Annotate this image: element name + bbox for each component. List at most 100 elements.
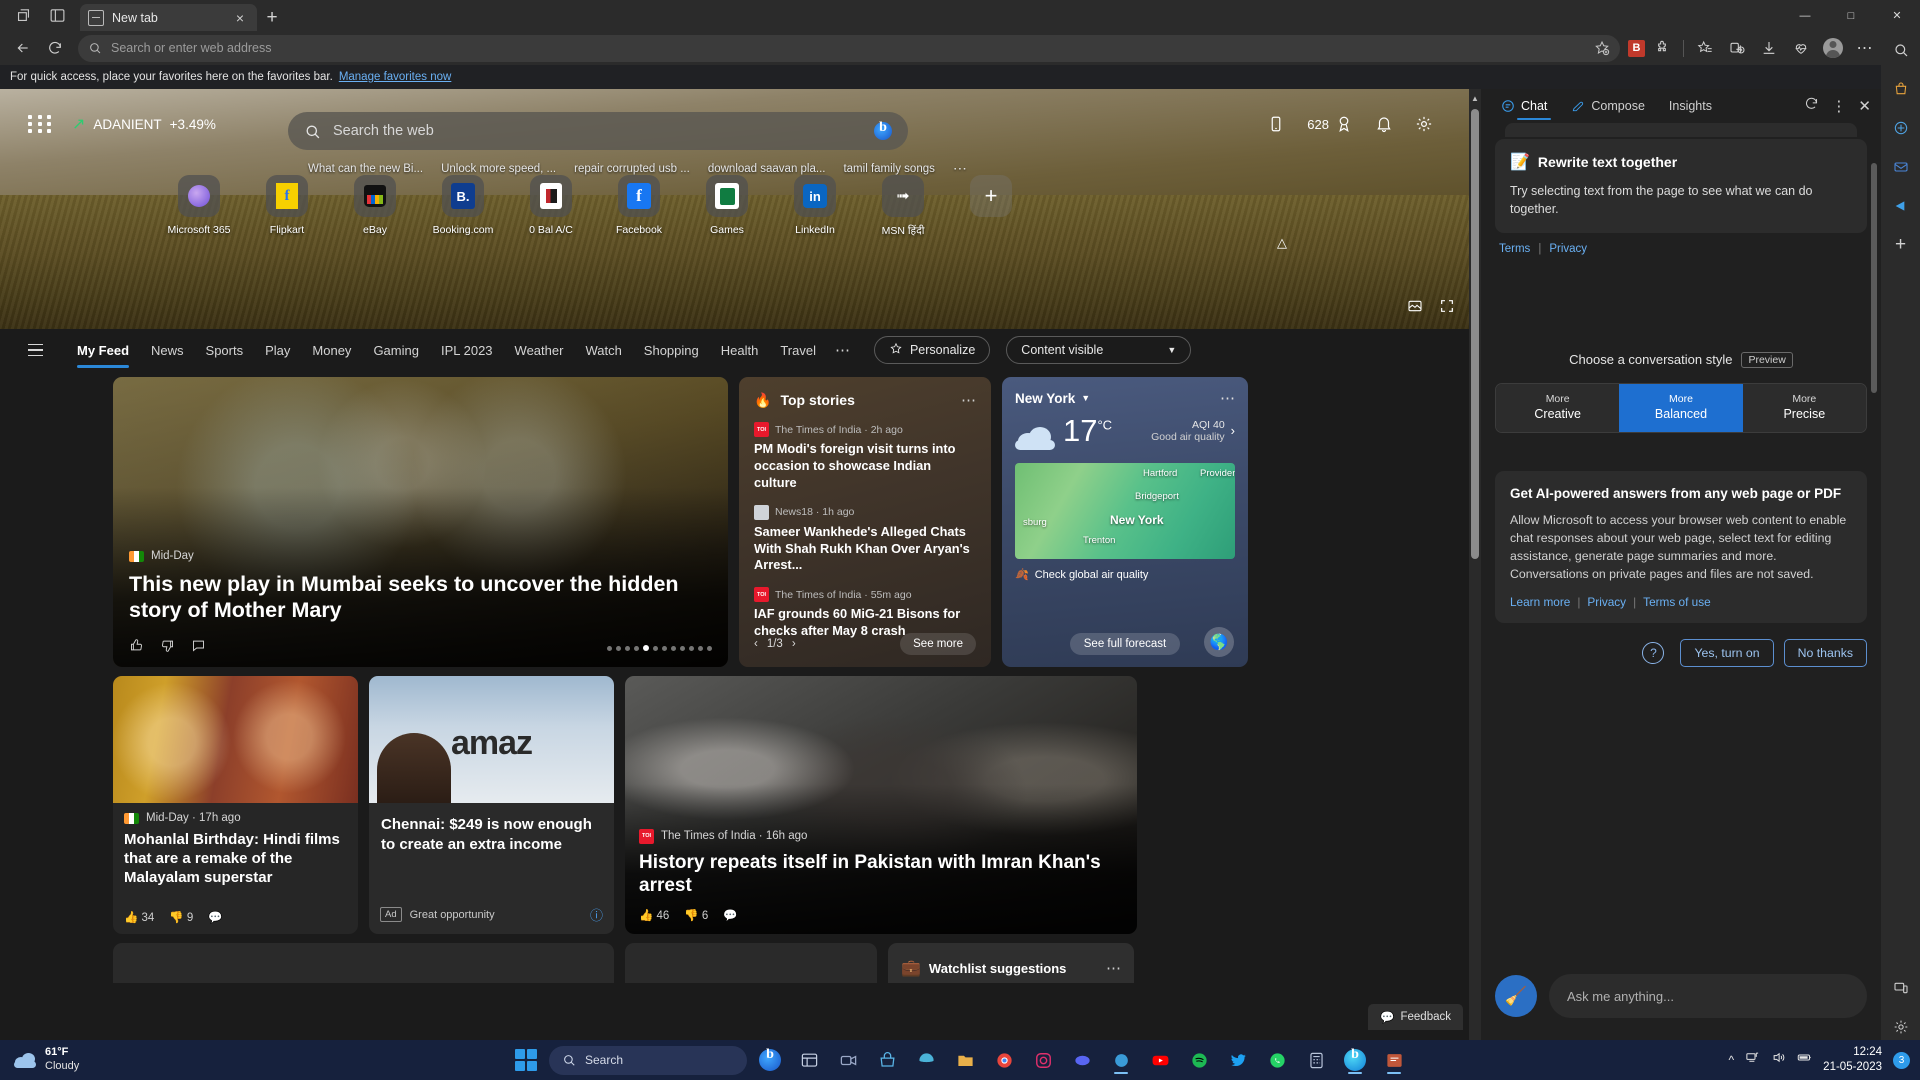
feedback-button[interactable]: 💬 Feedback xyxy=(1368,1004,1463,1030)
watchlist-card[interactable]: 💼 Watchlist suggestions ⋯ xyxy=(888,943,1134,983)
taskbar-teams-icon[interactable] xyxy=(832,1044,864,1076)
advertisement-card[interactable]: amaz Chennai: $249 is now enough to crea… xyxy=(369,676,614,934)
feed-tab-shopping[interactable]: Shopping xyxy=(633,343,710,358)
profile-avatar[interactable] xyxy=(1818,34,1848,62)
rewards-points[interactable]: 628 xyxy=(1307,115,1353,133)
taskbar-bing-icon[interactable] xyxy=(754,1044,786,1076)
taskbar-app-icon[interactable] xyxy=(1105,1044,1137,1076)
split-screen-icon[interactable] xyxy=(40,0,74,31)
scroll-up-icon[interactable]: ▲ xyxy=(1469,91,1481,105)
taskbar-whatsapp-icon[interactable] xyxy=(1261,1044,1293,1076)
check-air-quality-link[interactable]: 🍂 Check global air quality xyxy=(1015,568,1235,582)
sidebar-tab-compose[interactable]: Compose xyxy=(1561,95,1655,117)
taskbar-store-icon[interactable] xyxy=(871,1044,903,1076)
feed-tab-ipl-2023[interactable]: IPL 2023 xyxy=(430,343,504,358)
quicklink-ebay[interactable]: eBay xyxy=(349,175,401,238)
taskbar-edge-dev-icon[interactable] xyxy=(910,1044,942,1076)
top-story-item[interactable]: News18 · 1h ago Sameer Wankhede's Allege… xyxy=(754,504,976,575)
add-shortcut-button[interactable]: + xyxy=(965,175,1017,238)
new-topic-icon[interactable] xyxy=(1804,96,1819,116)
comment-icon[interactable]: 💬 xyxy=(208,910,222,924)
decline-button[interactable]: No thanks xyxy=(1783,638,1867,667)
rewrite-suggestion-card[interactable]: 📝 Rewrite text together Try selecting te… xyxy=(1495,139,1867,234)
terms-of-use-link[interactable]: Terms of use xyxy=(1643,595,1711,609)
taskbar-active-app-icon[interactable] xyxy=(1378,1044,1410,1076)
taskbar-widgets-icon[interactable] xyxy=(793,1044,825,1076)
sidebar-more-icon[interactable]: ⋮ xyxy=(1831,97,1846,115)
aqi-chevron-icon[interactable]: › xyxy=(1231,423,1235,438)
style-option-balanced[interactable]: More Balanced xyxy=(1619,384,1743,433)
next-article-card[interactable] xyxy=(625,943,877,983)
battery-icon[interactable] xyxy=(1797,1050,1812,1070)
add-favorite-icon[interactable] xyxy=(1594,40,1610,56)
rail-outlook-icon[interactable] xyxy=(1888,154,1914,180)
sidebar-tab-chat[interactable]: Chat xyxy=(1491,95,1557,120)
article-card-imran[interactable]: The Times of India · 16h ago History rep… xyxy=(625,676,1137,934)
tab-actions-icon[interactable] xyxy=(6,0,40,31)
dislike-count[interactable]: 👎 9 xyxy=(169,910,193,924)
like-icon[interactable] xyxy=(129,638,144,653)
feed-tab-sports[interactable]: Sports xyxy=(195,343,255,358)
new-tab-button[interactable]: + xyxy=(257,4,287,31)
rail-add-icon[interactable]: + xyxy=(1888,232,1914,258)
rail-shopping-icon[interactable] xyxy=(1888,76,1914,102)
scrollbar-thumb[interactable] xyxy=(1871,163,1877,393)
browser-tab[interactable]: New tab × xyxy=(80,4,257,31)
help-icon[interactable]: ? xyxy=(1642,641,1665,664)
content-visibility-dropdown[interactable]: Content visible ▼ xyxy=(1006,336,1192,364)
broom-icon[interactable]: 🧹 xyxy=(1495,975,1537,1017)
card-more-icon[interactable]: ⋯ xyxy=(1220,389,1235,407)
quicklink-microsoft365[interactable]: Microsoft 365 xyxy=(167,175,231,238)
style-option-precise[interactable]: More Precise xyxy=(1742,384,1866,433)
manage-favorites-link[interactable]: Manage favorites now xyxy=(339,71,452,83)
lead-article-card[interactable]: Mid-Day This new play in Mumbai seeks to… xyxy=(113,377,728,667)
maximize-button[interactable]: □ xyxy=(1828,0,1874,31)
menu-hamburger-icon[interactable] xyxy=(28,343,52,357)
feed-tab-gaming[interactable]: Gaming xyxy=(362,343,430,358)
close-icon[interactable]: × xyxy=(231,9,249,27)
apps-grid-icon[interactable] xyxy=(28,111,54,137)
dislike-icon[interactable] xyxy=(160,638,175,653)
ad-choices-icon[interactable]: ⓘ xyxy=(590,905,603,924)
taskbar-search[interactable]: Search xyxy=(549,1045,747,1075)
rail-office-icon[interactable] xyxy=(1888,193,1914,219)
taskbar-instagram-icon[interactable] xyxy=(1027,1044,1059,1076)
address-input[interactable]: Search or enter web address xyxy=(111,41,1585,55)
terms-link[interactable]: Terms xyxy=(1499,243,1530,255)
tray-expand-icon[interactable]: ^ xyxy=(1729,1053,1735,1067)
card-more-icon[interactable]: ⋯ xyxy=(961,391,976,409)
extension-icon[interactable]: B xyxy=(1628,39,1645,57)
suggestion-item[interactable]: tamil family songs xyxy=(843,163,934,175)
taskbar-explorer-icon[interactable] xyxy=(949,1044,981,1076)
article-card-mohanlal[interactable]: Mid-Day · 17h ago Mohanlal Birthday: Hin… xyxy=(113,676,358,934)
extensions-puzzle-icon[interactable] xyxy=(1647,34,1677,62)
taskbar-edge-icon[interactable] xyxy=(1339,1044,1371,1076)
suggestion-item[interactable]: download saavan pla... xyxy=(708,163,826,175)
close-icon[interactable]: ✕ xyxy=(1858,97,1871,115)
personalize-button[interactable]: Personalize xyxy=(873,336,991,364)
browser-essentials-icon[interactable] xyxy=(1786,34,1816,62)
taskbar-twitter-icon[interactable] xyxy=(1222,1044,1254,1076)
feed-tab-my-feed[interactable]: My Feed xyxy=(66,343,140,368)
style-option-creative[interactable]: More Creative xyxy=(1496,384,1620,433)
suggestion-item[interactable]: Unlock more speed, ... xyxy=(441,163,556,175)
collapse-chevron-icon[interactable]: △ xyxy=(1277,235,1287,251)
rail-settings-icon[interactable] xyxy=(1888,1014,1914,1040)
sidebar-scrollbar[interactable] xyxy=(1871,163,1877,723)
rail-devices-icon[interactable] xyxy=(1888,975,1914,1001)
rail-tools-icon[interactable] xyxy=(1888,115,1914,141)
taskbar-weather-widget[interactable]: 61°F Cloudy xyxy=(0,1046,79,1074)
comment-icon[interactable]: 💬 xyxy=(723,908,737,922)
air-quality[interactable]: AQI 40 Good air quality xyxy=(1151,419,1225,443)
learn-more-link[interactable]: Learn more xyxy=(1510,595,1570,609)
taskbar-youtube-icon[interactable] xyxy=(1144,1044,1176,1076)
fullscreen-icon[interactable] xyxy=(1439,298,1455,319)
taskbar-spotify-icon[interactable] xyxy=(1183,1044,1215,1076)
rail-search-icon[interactable] xyxy=(1888,37,1914,63)
collections-icon[interactable] xyxy=(1722,34,1752,62)
feed-tab-travel[interactable]: Travel xyxy=(769,343,827,358)
minimize-button[interactable]: — xyxy=(1782,0,1828,31)
quicklink-games[interactable]: Games xyxy=(701,175,753,238)
like-count[interactable]: 👍 34 xyxy=(124,910,154,924)
carousel-dots[interactable] xyxy=(607,645,712,651)
